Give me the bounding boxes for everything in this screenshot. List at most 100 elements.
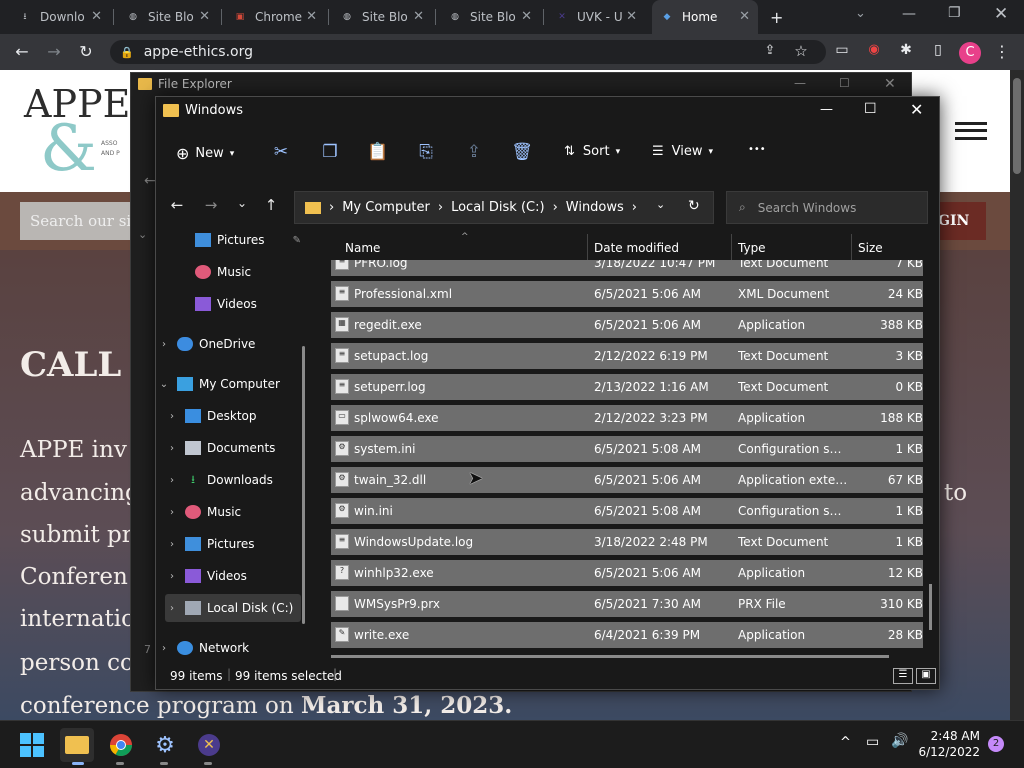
volume-icon[interactable]: 🔊 — [891, 733, 908, 749]
chevron-right-icon[interactable]: › — [165, 443, 179, 454]
chevron-right-icon[interactable]: › — [157, 643, 171, 654]
recent-locations-icon[interactable]: ⌄ — [232, 196, 252, 210]
network-status-icon[interactable]: ▭ — [866, 734, 879, 750]
chevron-right-icon[interactable]: › — [165, 411, 179, 422]
minimize-browser-button[interactable]: — — [902, 6, 916, 22]
cut-icon[interactable]: ✂ — [270, 142, 292, 162]
menu-icon[interactable]: ⋮ — [990, 42, 1014, 61]
chevron-right-icon[interactable]: › — [165, 507, 179, 518]
address-bar[interactable]: 🔒 appe-ethics.org — [110, 40, 826, 64]
share-icon[interactable]: ⇪ — [463, 142, 485, 162]
maximize-button[interactable]: ☐ — [839, 76, 850, 90]
close-tab-icon[interactable]: ✕ — [739, 9, 750, 24]
search-input[interactable]: ⌕ Search Windows — [726, 191, 928, 224]
clock-time[interactable]: 2:48 AM — [920, 729, 980, 743]
breadcrumb-item[interactable]: Local Disk (C:) — [451, 200, 544, 215]
nav-item-downloads[interactable]: › ⭳ Downloads — [165, 466, 305, 494]
close-tab-icon[interactable]: ✕ — [199, 9, 210, 24]
reload-icon[interactable]: ↻ — [74, 42, 98, 61]
delete-icon[interactable]: 🗑 — [511, 142, 533, 162]
nav-item-videos[interactable]: Videos — [175, 290, 315, 318]
table-row[interactable]: WMSysPr9.prx 6/5/2021 7:30 AM PRX File 310 … — [331, 591, 923, 617]
start-button[interactable] — [15, 728, 49, 762]
tab-search-icon[interactable]: ⌄ — [855, 6, 866, 21]
close-browser-button[interactable]: ✕ — [994, 4, 1008, 24]
share-icon[interactable]: ⇪ — [758, 43, 782, 58]
column-type[interactable]: Type — [738, 241, 766, 255]
breadcrumb-item[interactable]: Windows — [566, 200, 624, 215]
table-row[interactable]: ≡ PFRO.log 3/18/2022 10:47 PM Text Document… — [331, 260, 923, 276]
tab-4[interactable]: ◍ Site Blo ✕ — [332, 0, 432, 34]
chevron-right-icon[interactable]: › — [165, 603, 179, 614]
sort-button[interactable]: ⇅ Sort ▾ — [564, 144, 620, 159]
column-name[interactable]: Name — [345, 241, 380, 255]
close-button[interactable]: ✕ — [910, 100, 923, 119]
horizontal-scrollbar-thumb[interactable] — [331, 655, 889, 658]
close-tab-icon[interactable]: ✕ — [626, 9, 637, 24]
new-tab-button[interactable]: + — [770, 8, 783, 27]
nav-scrollbar-thumb[interactable] — [302, 346, 305, 624]
show-hidden-icons-chevron-icon[interactable]: ^ — [840, 735, 851, 750]
chevron-right-icon[interactable]: › — [165, 539, 179, 550]
tab-5[interactable]: ◍ Site Blo ✕ — [440, 0, 540, 34]
tab-7[interactable]: ◆ Home ✕ — [652, 0, 758, 34]
view-button[interactable]: ☰ View ▾ — [652, 144, 713, 159]
profile-avatar[interactable]: C — [959, 42, 981, 64]
forward-icon[interactable]: → — [201, 196, 221, 214]
page-scrollbar-thumb[interactable] — [1013, 78, 1021, 174]
up-icon[interactable]: ↑ — [261, 196, 281, 214]
chevron-right-icon[interactable]: › — [157, 339, 171, 350]
breadcrumb-item[interactable]: My Computer — [342, 200, 430, 215]
puzzle-icon[interactable]: ✱ — [894, 42, 918, 58]
table-row[interactable]: ▦ regedit.exe 6/5/2021 5:06 AM Application 3… — [331, 312, 923, 338]
nav-item-music[interactable]: › Music — [165, 498, 305, 526]
refresh-icon[interactable]: ↻ — [688, 198, 700, 214]
nav-item-videos[interactable]: › Videos — [165, 562, 305, 590]
restore-browser-button[interactable]: ❐ — [948, 5, 961, 21]
nav-item-onedrive[interactable]: › OneDrive — [157, 330, 297, 358]
notification-badge[interactable]: 2 — [988, 736, 1004, 752]
forward-icon[interactable]: → — [42, 42, 66, 61]
back-icon[interactable]: ← — [167, 196, 187, 214]
table-row[interactable]: ≡ Professional.xml 6/5/2021 5:06 AM XML Doc… — [331, 281, 923, 307]
maximize-button[interactable]: ☐ — [864, 101, 877, 117]
table-row[interactable]: ⚙ system.ini 6/5/2021 5:08 AM Configuration… — [331, 436, 923, 462]
taskbar-settings[interactable]: ⚙ — [148, 728, 182, 762]
chevron-right-icon[interactable]: › — [165, 475, 179, 486]
table-row[interactable]: ▭ splwow64.exe 2/12/2022 3:23 PM Applicatio… — [331, 405, 923, 431]
taskbar-file-explorer[interactable] — [60, 728, 94, 762]
back-icon[interactable]: ← — [144, 173, 156, 189]
nav-item-music[interactable]: Music — [175, 258, 315, 286]
file-list-scrollbar-thumb[interactable] — [929, 584, 932, 630]
table-row[interactable]: ≡ setuperr.log 2/13/2022 1:16 AM Text Docum… — [331, 374, 923, 400]
nav-item-network[interactable]: › Network — [157, 634, 297, 662]
breadcrumb[interactable]: › My Computer › Local Disk (C:) › Window… — [294, 191, 714, 224]
bookmark-star-icon[interactable]: ☆ — [789, 42, 813, 60]
reading-list-icon[interactable]: ▯ — [926, 42, 950, 58]
login-button[interactable]: GIN — [934, 202, 986, 240]
nav-item-my-computer[interactable]: ⌄ My Computer — [157, 370, 297, 398]
tab-2[interactable]: ◍ Site Blo ✕ — [118, 0, 218, 34]
table-row[interactable]: ≡ setupact.log 2/12/2022 6:19 PM Text Docum… — [331, 343, 923, 369]
taskbar-chrome[interactable] — [104, 728, 138, 762]
new-button[interactable]: ⊕ New ▾ — [176, 144, 234, 163]
more-options-button[interactable]: ••• — [748, 144, 766, 155]
paste-icon[interactable]: 📋 — [367, 142, 389, 162]
nav-item-pictures[interactable]: › Pictures — [165, 530, 305, 558]
close-tab-icon[interactable]: ✕ — [91, 9, 102, 24]
table-row[interactable]: ? winhlp32.exe 6/5/2021 5:06 AM Application… — [331, 560, 923, 586]
tab-6[interactable]: ✕ UVK - U ✕ — [547, 0, 645, 34]
table-row[interactable]: ≡ WindowsUpdate.log 3/18/2022 2:48 PM Text … — [331, 529, 923, 555]
table-row[interactable]: ⚙ win.ini 6/5/2021 5:08 AM Configuration se… — [331, 498, 923, 524]
nav-item-desktop[interactable]: › Desktop — [165, 402, 305, 430]
hamburger-menu-icon[interactable] — [955, 122, 987, 140]
tab-1[interactable]: ⭳ Downlo ✕ — [10, 0, 110, 34]
nav-item-documents[interactable]: › Documents — [165, 434, 305, 462]
column-size[interactable]: Size — [858, 241, 883, 255]
back-icon[interactable]: ← — [10, 42, 34, 61]
chevron-right-icon[interactable]: › — [165, 571, 179, 582]
close-tab-icon[interactable]: ✕ — [413, 9, 424, 24]
chevron-down-icon[interactable]: ⌄ — [138, 228, 147, 241]
extension-icon[interactable]: ◉ — [862, 42, 886, 57]
clock-date[interactable]: 6/12/2022 — [916, 745, 980, 759]
